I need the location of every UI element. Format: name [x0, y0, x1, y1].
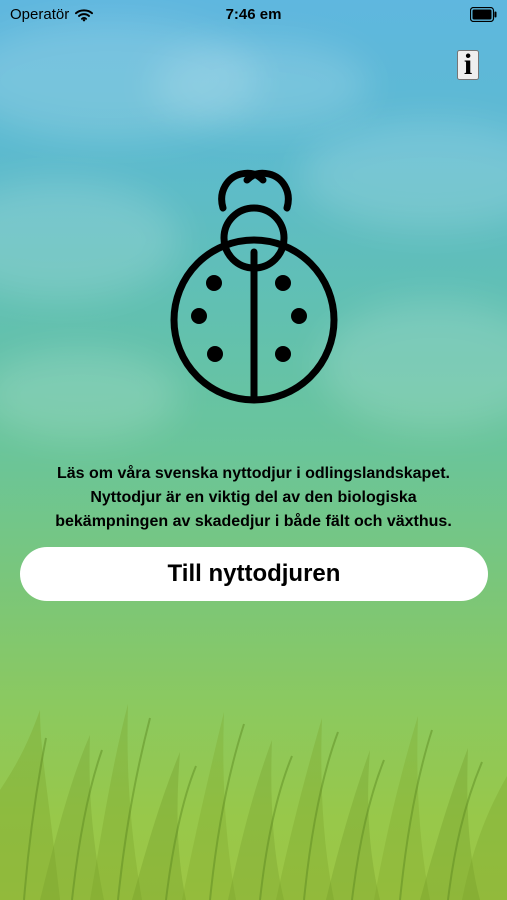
app-screen: Operatör 7:46 em i Läs om våra svenska n…	[0, 0, 507, 900]
intro-line-3: bekämpningen av skadedjur i både fält oc…	[55, 513, 452, 530]
battery-icon	[470, 7, 497, 22]
status-time: 7:46 em	[225, 6, 282, 23]
info-button[interactable]: i	[457, 48, 479, 81]
status-bar: Operatör 7:46 em	[0, 0, 507, 30]
to-beneficial-insects-button[interactable]: Till nyttodjuren	[20, 547, 488, 601]
info-icon: i	[463, 48, 473, 81]
intro-line-2: Nyttodjur är en viktig del av den biolog…	[90, 489, 417, 506]
intro-line-1: Läs om våra svenska nyttodjur i odlingsl…	[56, 465, 450, 482]
grass-background	[0, 704, 507, 900]
sky-clouds-background	[0, 0, 507, 900]
ladybug-icon	[170, 169, 338, 404]
intro-text: Läs om våra svenska nyttodjur i odlingsl…	[15, 462, 492, 534]
